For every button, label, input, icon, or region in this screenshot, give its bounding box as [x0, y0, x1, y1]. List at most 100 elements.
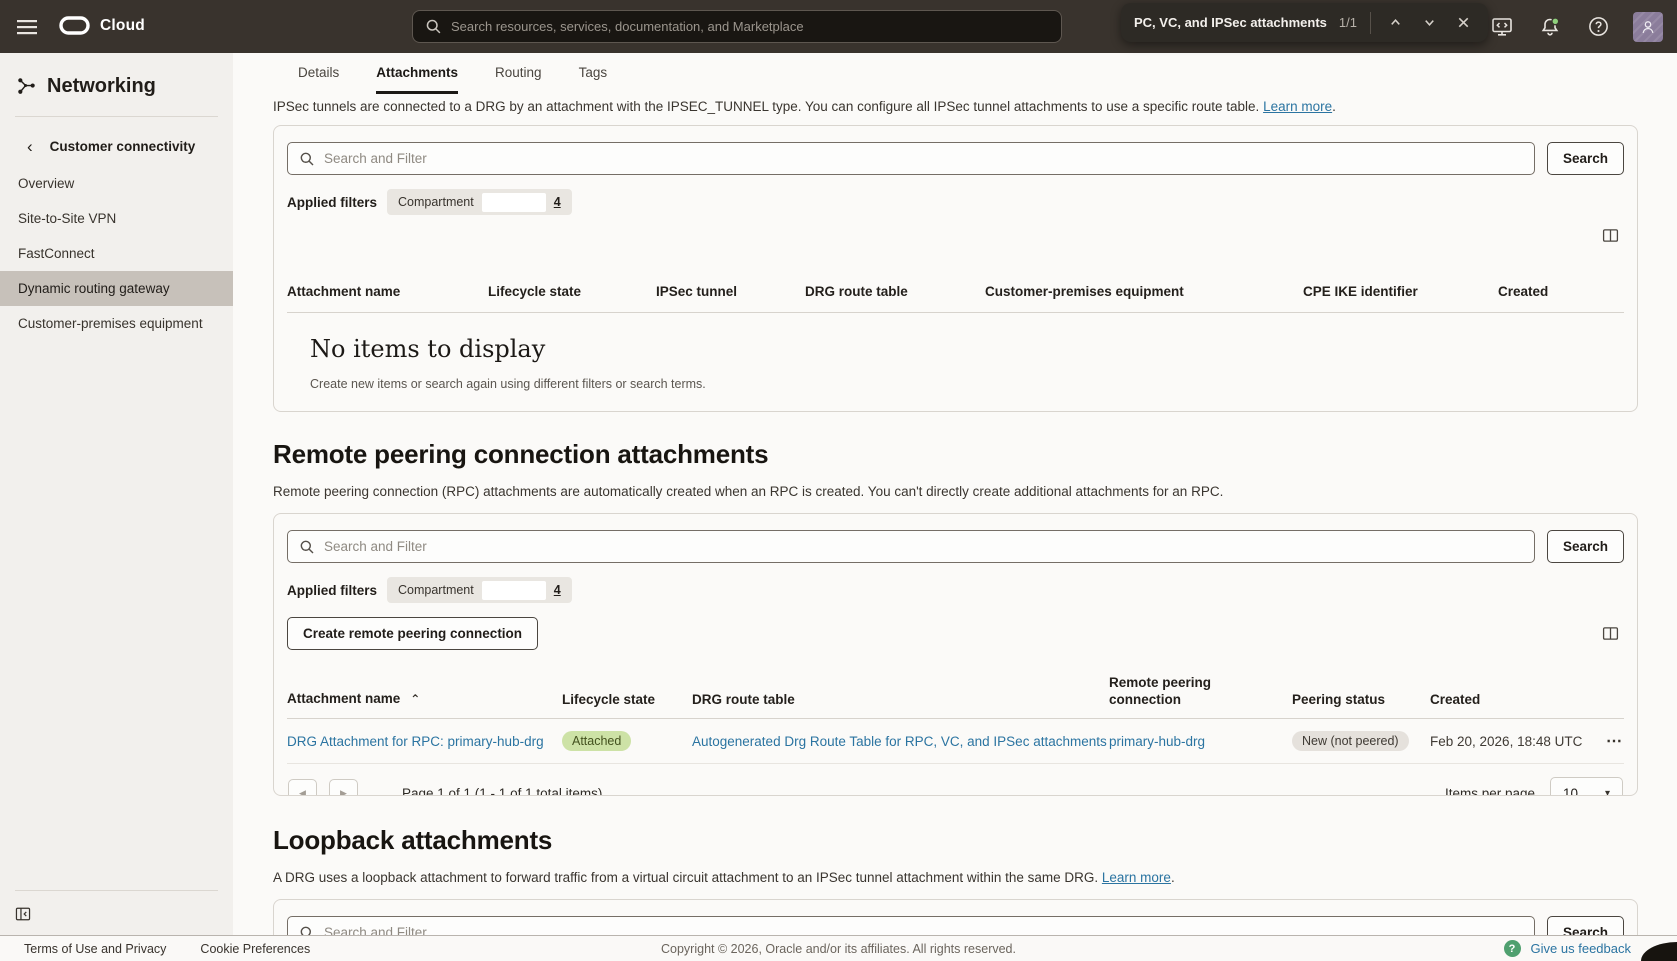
- sidebar-item-fastconnect[interactable]: FastConnect: [0, 236, 233, 271]
- loopback-search-input[interactable]: [324, 925, 1523, 935]
- empty-state-title: No items to display: [310, 335, 1624, 363]
- status-badge-new: New (not peered): [1292, 731, 1409, 751]
- previous-page-button[interactable]: ◀: [288, 779, 317, 797]
- items-per-page-control: Items per page 10 ▾: [1445, 777, 1623, 797]
- notifications-button[interactable]: [1537, 14, 1563, 40]
- rpc-table-header: Attachment name⌃ Lifecycle state DRG rou…: [287, 674, 1624, 719]
- rpc-search-input[interactable]: [324, 539, 1523, 554]
- column-header[interactable]: Lifecycle state: [562, 691, 692, 708]
- sidebar-back-link[interactable]: ‹ Customer connectivity: [0, 117, 233, 154]
- sidebar-title: Networking: [0, 53, 233, 98]
- drg-route-table-link[interactable]: Autogenerated Drg Route Table for RPC, V…: [692, 734, 1107, 749]
- sidebar-item-customer-premises-equipment[interactable]: Customer-premises equipment: [0, 306, 233, 341]
- loopback-attachments-panel: Search Applied filters Compartment: [273, 899, 1638, 935]
- next-page-button[interactable]: ▶: [329, 779, 358, 797]
- cloud-shell-button[interactable]: [1489, 14, 1515, 40]
- filter-chip-count[interactable]: 4: [554, 583, 561, 597]
- brand-label: Cloud: [100, 17, 145, 35]
- tab-routing[interactable]: Routing: [495, 65, 542, 94]
- caret-right-icon: ▶: [340, 788, 347, 797]
- ipsec-search-row: Search: [287, 142, 1624, 175]
- remote-peering-connection-link[interactable]: primary-hub-drg: [1109, 734, 1205, 749]
- tab-attachments[interactable]: Attachments: [376, 65, 458, 94]
- column-header[interactable]: Peering status: [1292, 691, 1430, 708]
- column-header[interactable]: DRG route table: [692, 691, 1109, 708]
- find-count: 1/1: [1339, 15, 1357, 30]
- tab-details[interactable]: Details: [298, 65, 339, 94]
- empty-state: No items to display Create new items or …: [287, 335, 1624, 391]
- sidebar: Networking ‹ Customer connectivity Overv…: [0, 53, 233, 935]
- networking-icon: [17, 77, 36, 96]
- filter-chip-name: Compartment: [398, 583, 474, 597]
- column-header: CPE IKE identifier: [1303, 283, 1498, 300]
- rpc-search-row: Search: [287, 530, 1624, 563]
- loopback-description-text: A DRG uses a loopback attachment to forw…: [273, 870, 1102, 885]
- feedback-control: ? Give us feedback: [1504, 940, 1659, 957]
- ipsec-learn-more-link[interactable]: Learn more: [1263, 99, 1332, 114]
- empty-state-subtitle: Create new items or search again using d…: [310, 377, 1624, 391]
- global-search-input[interactable]: [451, 19, 1049, 34]
- filter-chip-count[interactable]: 4: [554, 195, 561, 209]
- attachment-name-link[interactable]: DRG Attachment for RPC: primary-hub-drg: [287, 734, 544, 749]
- tab-tags[interactable]: Tags: [579, 65, 608, 94]
- brand[interactable]: Cloud: [58, 13, 145, 38]
- compartment-filter-chip[interactable]: Compartment 4: [387, 189, 572, 215]
- chevron-left-icon: ‹: [27, 140, 33, 154]
- loopback-section-title: Loopback attachments: [273, 825, 1638, 856]
- row-actions-menu-button[interactable]: ⋯: [1606, 731, 1612, 751]
- oracle-logo-icon: [58, 13, 91, 38]
- table-row: DRG Attachment for RPC: primary-hub-drg …: [287, 719, 1624, 764]
- compartment-filter-chip[interactable]: Compartment 4: [387, 577, 572, 603]
- ellipsis-icon: ⋯: [1606, 733, 1623, 750]
- rpc-section-description: Remote peering connection (RPC) attachme…: [273, 482, 1638, 501]
- sidebar-item-dynamic-routing-gateway[interactable]: Dynamic routing gateway: [0, 271, 233, 306]
- column-header-attachment-name[interactable]: Attachment name⌃: [287, 690, 562, 708]
- user-avatar-icon: [1638, 17, 1658, 37]
- main-content: Details Attachments Routing Tags IPSec t…: [233, 53, 1677, 935]
- ipsec-attachments-panel: Search Applied filters Compartment 4: [273, 125, 1638, 412]
- topbar-actions: [1489, 0, 1663, 53]
- ipsec-applied-filters: Applied filters Compartment 4: [287, 189, 1624, 215]
- loopback-learn-more-link[interactable]: Learn more: [1102, 870, 1171, 885]
- help-icon: [1587, 15, 1610, 38]
- cookie-preferences-link[interactable]: Cookie Preferences: [200, 942, 310, 956]
- loopback-search-button[interactable]: Search: [1547, 916, 1624, 935]
- give-feedback-link[interactable]: Give us feedback: [1531, 941, 1631, 956]
- sidebar-collapse-button[interactable]: [14, 905, 32, 923]
- close-icon: [1456, 15, 1471, 30]
- loopback-search-field: [287, 916, 1535, 935]
- column-header[interactable]: Remote peering connection: [1109, 674, 1292, 708]
- status-badge-attached: Attached: [562, 731, 631, 751]
- help-button[interactable]: [1585, 14, 1611, 40]
- user-menu-button[interactable]: [1633, 12, 1663, 42]
- rpc-table-tools: Create remote peering connection: [287, 617, 1624, 650]
- terms-link[interactable]: Terms of Use and Privacy: [24, 942, 166, 956]
- sort-ascending-icon: ⌃: [410, 692, 420, 706]
- column-settings-button[interactable]: [1596, 221, 1624, 249]
- sidebar-item-site-to-site-vpn[interactable]: Site-to-Site VPN: [0, 201, 233, 236]
- sidebar-item-overview[interactable]: Overview: [0, 166, 233, 201]
- created-cell: Feb 20, 2026, 18:48 UTC: [1430, 734, 1606, 749]
- column-settings-button[interactable]: [1596, 620, 1624, 648]
- column-header[interactable]: Created: [1430, 691, 1606, 708]
- search-icon: [299, 925, 315, 936]
- ipsec-table-header: Attachment name Lifecycle state IPSec tu…: [287, 283, 1624, 313]
- find-previous-button[interactable]: [1384, 11, 1408, 35]
- rpc-attachments-panel: Search Applied filters Compartment 4 Cre…: [273, 513, 1638, 796]
- create-remote-peering-connection-button[interactable]: Create remote peering connection: [287, 617, 538, 650]
- chevron-down-icon: ▾: [1605, 788, 1610, 797]
- ipsec-search-button[interactable]: Search: [1547, 142, 1624, 175]
- lifecycle-state-cell: Attached: [562, 731, 692, 751]
- ipsec-search-field: [287, 142, 1535, 175]
- divider: [1370, 12, 1371, 34]
- find-next-button[interactable]: [1418, 11, 1442, 35]
- ipsec-search-input[interactable]: [324, 151, 1523, 166]
- columns-icon: [1601, 624, 1620, 643]
- column-header: Customer-premises equipment: [985, 283, 1303, 300]
- ipsec-description-text: IPSec tunnels are connected to a DRG by …: [273, 99, 1263, 114]
- find-close-button[interactable]: [1451, 11, 1475, 35]
- rpc-search-button[interactable]: Search: [1547, 530, 1624, 563]
- menu-button[interactable]: [16, 15, 40, 39]
- items-per-page-select[interactable]: 10 ▾: [1550, 777, 1623, 797]
- topbar: Cloud PC, VC, and IPSec attachments 1/1: [0, 0, 1677, 53]
